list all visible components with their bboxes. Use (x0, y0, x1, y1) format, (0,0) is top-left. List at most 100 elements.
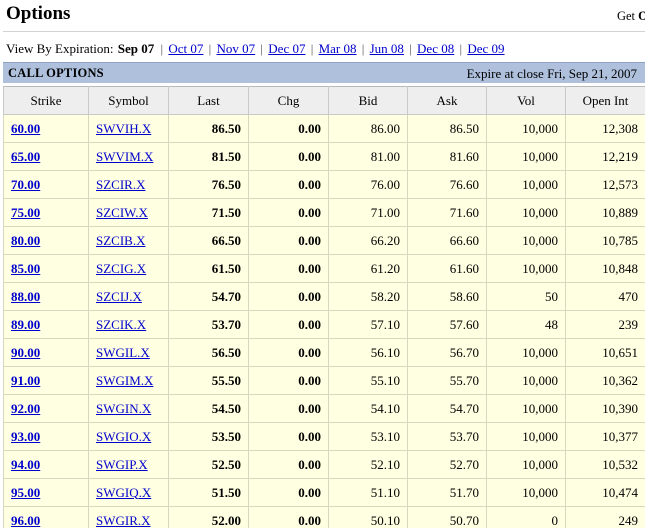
symbol-link[interactable]: SZCIG.X (96, 261, 146, 276)
cell-open-int: 10,532 (565, 450, 645, 479)
symbol-link[interactable]: SWGIL.X (96, 345, 150, 360)
strike-link[interactable]: 92.00 (11, 401, 40, 416)
column-header-strike[interactable]: Strike (3, 86, 89, 115)
column-header-bid[interactable]: Bid (328, 86, 408, 115)
cell-symbol: SWGIR.X (88, 506, 169, 528)
cell-vol: 10,000 (486, 198, 566, 227)
expiration-link-dec-08[interactable]: Dec 08 (417, 41, 454, 56)
cell-chg: 0.00 (248, 226, 329, 255)
get-options-prefix: Get (616, 9, 639, 23)
symbol-link[interactable]: SWGIN.X (96, 401, 151, 416)
cell-symbol: SZCIB.X (88, 226, 169, 255)
column-header-symbol[interactable]: Symbol (88, 86, 169, 115)
symbol-link[interactable]: SZCIK.X (96, 317, 146, 332)
page-title: Options (6, 3, 71, 24)
expiration-separator-6: | (459, 41, 463, 56)
symbol-link[interactable]: SZCIW.X (96, 205, 148, 220)
expiration-link-oct-07[interactable]: Oct 07 (168, 41, 203, 56)
cell-last: 81.50 (168, 142, 249, 171)
cell-vol: 10,000 (486, 338, 566, 367)
cell-strike: 91.00 (3, 366, 89, 395)
cell-strike: 94.00 (3, 450, 89, 479)
column-header-chg[interactable]: Chg (248, 86, 329, 115)
cell-bid: 81.00 (328, 142, 408, 171)
cell-strike: 60.00 (3, 114, 89, 143)
expiration-link-nov-07[interactable]: Nov 07 (217, 41, 256, 56)
symbol-link[interactable]: SWGIM.X (96, 373, 153, 388)
strike-link[interactable]: 65.00 (11, 149, 40, 164)
column-header-ask[interactable]: Ask (407, 86, 487, 115)
cell-last: 66.50 (168, 226, 249, 255)
cell-symbol: SWGIM.X (88, 366, 169, 395)
cell-open-int: 12,308 (565, 114, 645, 143)
cell-last: 53.70 (168, 310, 249, 339)
cell-chg: 0.00 (248, 170, 329, 199)
cell-last: 52.50 (168, 450, 249, 479)
cell-bid: 58.20 (328, 282, 408, 311)
column-header-last[interactable]: Last (168, 86, 249, 115)
expiration-separator-3: | (310, 41, 314, 56)
strike-link[interactable]: 70.00 (11, 177, 40, 192)
cell-strike: 93.00 (3, 422, 89, 451)
column-header-open-int[interactable]: Open Int (565, 86, 645, 115)
cell-bid: 76.00 (328, 170, 408, 199)
cell-last: 55.50 (168, 366, 249, 395)
symbol-link[interactable]: SWGIQ.X (96, 485, 151, 500)
symbol-link[interactable]: SZCIJ.X (96, 289, 142, 304)
strike-link[interactable]: 90.00 (11, 345, 40, 360)
table-row: 70.00 SZCIR.X 76.50 0.00 76.00 76.60 10,000 12,… (3, 170, 645, 199)
cell-ask: 51.70 (407, 478, 487, 507)
cell-vol: 10,000 (486, 142, 566, 171)
expiration-separator-4: | (361, 41, 365, 56)
cell-open-int: 10,651 (565, 338, 645, 367)
strike-link[interactable]: 91.00 (11, 373, 40, 388)
cell-symbol: SZCIW.X (88, 198, 169, 227)
header-divider (3, 31, 645, 32)
cell-chg: 0.00 (248, 338, 329, 367)
table-row: 90.00 SWGIL.X 56.50 0.00 56.10 56.70 10,000 10,… (3, 338, 645, 367)
strike-link[interactable]: 94.00 (11, 457, 40, 472)
expiration-link-dec-09[interactable]: Dec 09 (467, 41, 504, 56)
symbol-link[interactable]: SWVIM.X (96, 149, 153, 164)
cell-symbol: SWGIO.X (88, 422, 169, 451)
table-row: 75.00 SZCIW.X 71.50 0.00 71.00 71.60 10,000 10,… (3, 198, 645, 227)
cell-open-int: 10,474 (565, 478, 645, 507)
cell-strike: 70.00 (3, 170, 89, 199)
cell-symbol: SZCIK.X (88, 310, 169, 339)
strike-link[interactable]: 60.00 (11, 121, 40, 136)
strike-link[interactable]: 85.00 (11, 261, 40, 276)
symbol-link[interactable]: SZCIB.X (96, 233, 145, 248)
get-options-bold: Opt (638, 9, 645, 23)
cell-bid: 71.00 (328, 198, 408, 227)
cell-open-int: 10,390 (565, 394, 645, 423)
symbol-link[interactable]: SWGIR.X (96, 513, 151, 528)
cell-ask: 54.70 (407, 394, 487, 423)
strike-link[interactable]: 95.00 (11, 485, 40, 500)
cell-vol: 0 (486, 506, 566, 528)
cell-vol: 10,000 (486, 254, 566, 283)
strike-link[interactable]: 80.00 (11, 233, 40, 248)
cell-chg: 0.00 (248, 366, 329, 395)
column-header-vol[interactable]: Vol (486, 86, 566, 115)
expiration-link-dec-07[interactable]: Dec 07 (268, 41, 305, 56)
expiration-link-mar-08[interactable]: Mar 08 (319, 41, 357, 56)
strike-link[interactable]: 89.00 (11, 317, 40, 332)
strike-link[interactable]: 93.00 (11, 429, 40, 444)
cell-last: 54.70 (168, 282, 249, 311)
expiration-separator-5: | (409, 41, 412, 56)
table-row: 65.00 SWVIM.X 81.50 0.00 81.00 81.60 10,000 12,… (3, 142, 645, 171)
cell-chg: 0.00 (248, 310, 329, 339)
cell-open-int: 12,219 (565, 142, 645, 171)
strike-link[interactable]: 75.00 (11, 205, 40, 220)
symbol-link[interactable]: SZCIR.X (96, 177, 145, 192)
symbol-link[interactable]: SWVIH.X (96, 121, 151, 136)
cell-strike: 80.00 (3, 226, 89, 255)
expiration-link-jun-08[interactable]: Jun 08 (370, 41, 404, 56)
strike-link[interactable]: 88.00 (11, 289, 40, 304)
symbol-link[interactable]: SWGIO.X (96, 429, 151, 444)
table-row: 80.00 SZCIB.X 66.50 0.00 66.20 66.60 10,000 10,… (3, 226, 645, 255)
symbol-link[interactable]: SWGIP.X (96, 457, 148, 472)
strike-link[interactable]: 96.00 (11, 513, 40, 528)
table-header-row: Strike Symbol Last Chg Bid Ask Vol Open … (3, 86, 645, 115)
cell-bid: 61.20 (328, 254, 408, 283)
